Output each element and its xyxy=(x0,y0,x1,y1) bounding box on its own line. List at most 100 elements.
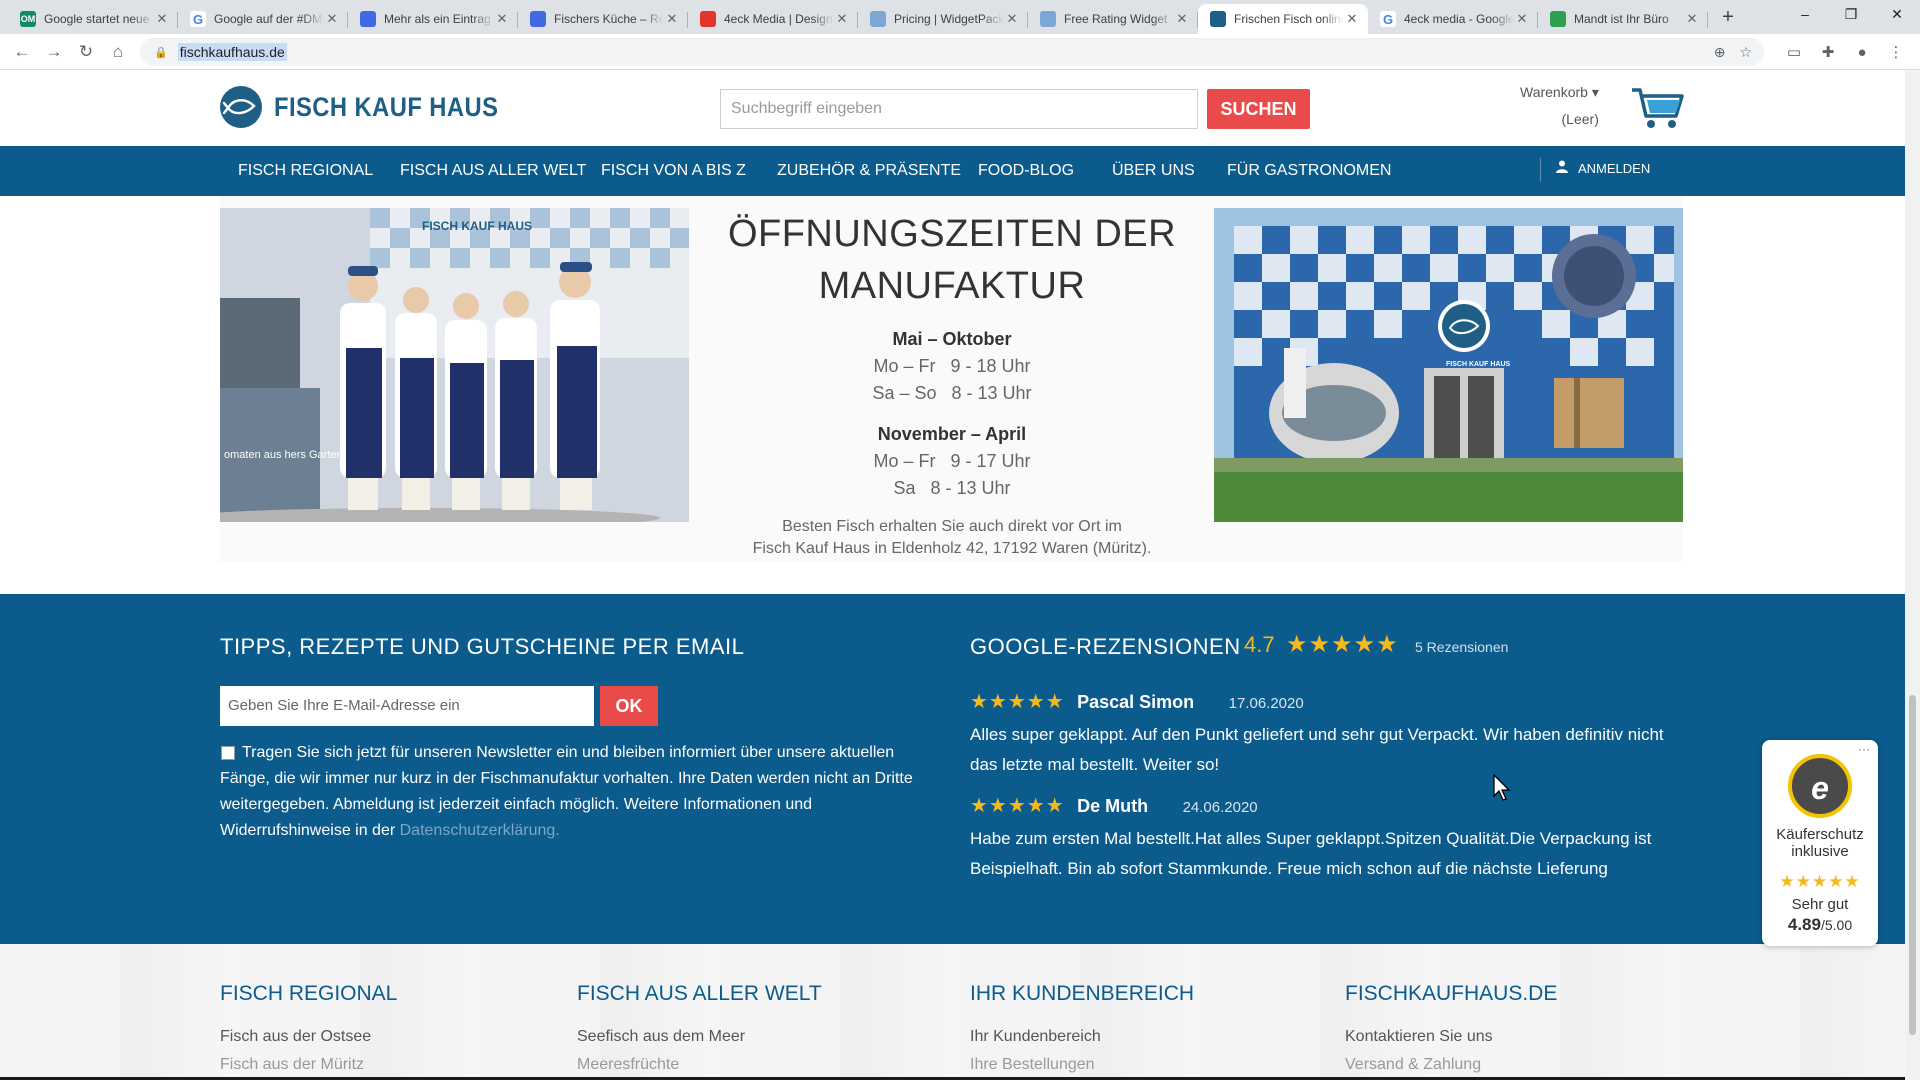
page-scrollbar[interactable] xyxy=(1905,70,1920,1080)
cart-dropdown[interactable]: Warenkorb ▾ (Leer) xyxy=(1520,84,1599,127)
tab-close-icon[interactable]: ✕ xyxy=(1004,11,1020,27)
url-text[interactable]: fischkaufhaus.de xyxy=(177,43,287,61)
tab-close-icon[interactable]: ✕ xyxy=(834,11,850,27)
nav-fisch-aus-aller-welt[interactable]: FISCH AUS ALLER WELT xyxy=(400,146,586,196)
review-author: De Muth xyxy=(1077,796,1149,816)
browser-tab[interactable]: Mehr als ein Eintrag ✕ xyxy=(348,4,518,34)
search-button[interactable]: SUCHEN xyxy=(1207,89,1310,129)
new-tab-button[interactable]: + xyxy=(1714,4,1742,32)
trusted-score: 4.89/5.00 xyxy=(1762,915,1878,935)
tab-favicon-icon: OM xyxy=(20,11,36,27)
review-text: Habe zum ersten Mal bestellt.Hat alles S… xyxy=(970,829,1652,878)
back-icon[interactable]: ← xyxy=(6,36,38,68)
privacy-policy-link[interactable]: Datenschutzerklärung. xyxy=(400,822,560,839)
winter-weekday-hours: Mo – Fr 9 - 17 Uhr xyxy=(873,451,1031,471)
close-window-button[interactable]: ✕ xyxy=(1874,0,1920,30)
opening-hours-text: ÖFFNUNGSZEITEN DER MANUFAKTUR Mai – Okto… xyxy=(725,208,1179,560)
newsletter-ok-button[interactable]: OK xyxy=(600,686,658,726)
forward-icon[interactable]: → xyxy=(38,36,70,68)
nav-food-blog[interactable]: FOOD-BLOG xyxy=(978,146,1074,196)
opening-hours-section: FISCH KAUF HAUS omaten aus hers Garten. … xyxy=(220,196,1683,562)
google-rating-stars: ★★★★★ xyxy=(1286,631,1399,658)
review-author: Pascal Simon xyxy=(1077,692,1195,712)
label-line-1: Käuferschutz xyxy=(1776,826,1864,843)
tab-close-icon[interactable]: ✕ xyxy=(324,11,340,27)
tab-close-icon[interactable]: ✕ xyxy=(154,11,170,27)
browser-tab[interactable]: Mandt ist Ihr Büro ✕ xyxy=(1538,4,1708,34)
review-item: ★★★★★ Pascal Simon 17.06.2020 Alles supe… xyxy=(970,689,1690,780)
nav-ueber-uns[interactable]: ÜBER UNS xyxy=(1112,146,1195,196)
tab-close-icon[interactable]: ✕ xyxy=(1344,11,1360,27)
tab-close-icon[interactable]: ✕ xyxy=(494,11,510,27)
browser-tab[interactable]: Free Rating Widget ✕ xyxy=(1028,4,1198,34)
trusted-rating-text: Sehr gut xyxy=(1791,896,1849,913)
footer-link[interactable]: Fisch aus der Ostsee xyxy=(220,1028,397,1046)
footer-link[interactable]: Versand & Zahlung xyxy=(1345,1056,1557,1074)
google-review-count[interactable]: 5 Rezensionen xyxy=(1415,639,1508,655)
home-icon[interactable]: ⌂ xyxy=(102,36,134,68)
scrollbar-thumb[interactable] xyxy=(1909,695,1916,1035)
tab-close-icon[interactable]: ✕ xyxy=(1514,11,1530,27)
review-date: 17.06.2020 xyxy=(1228,695,1304,712)
shopping-cart-icon[interactable] xyxy=(1630,86,1686,135)
footer-link[interactable]: Ihr Kundenbereich xyxy=(970,1028,1194,1046)
cast-icon[interactable]: ▭ xyxy=(1780,43,1808,61)
footer-link[interactable]: Seefisch aus dem Meer xyxy=(577,1028,822,1046)
lock-icon: 🔒 xyxy=(154,46,168,59)
search-input[interactable]: Suchbegriff eingeben xyxy=(720,89,1198,129)
nav-divider xyxy=(1540,158,1541,182)
trusted-shops-badge[interactable]: ··· e Käuferschutz inklusive ★★★★★ Sehr … xyxy=(1762,740,1878,946)
web-page: FISCH KAUF HAUS Suchbegriff eingeben SUC… xyxy=(0,70,1905,1080)
footer-column: FISCH REGIONAL Fisch aus der Ostsee Fisc… xyxy=(220,982,397,1074)
opening-hours-title: ÖFFNUNGSZEITEN DER MANUFAKTUR xyxy=(725,208,1179,312)
tab-favicon-icon xyxy=(1040,11,1056,27)
nav-fisch-regional[interactable]: FISCH REGIONAL xyxy=(238,146,373,196)
tab-label: Frischen Fisch online xyxy=(1234,12,1344,26)
store-sign-text: FISCH KAUF HAUS xyxy=(1446,361,1510,368)
browser-tab[interactable]: 4eck Media | Design ✕ xyxy=(688,4,858,34)
tab-close-icon[interactable]: ✕ xyxy=(1174,11,1190,27)
nav-fisch-von-a-bis-z[interactable]: FISCH VON A BIS Z xyxy=(601,146,746,196)
site-logo[interactable]: FISCH KAUF HAUS xyxy=(220,86,529,128)
buyer-protection-label: Käuferschutz inklusive xyxy=(1762,826,1878,860)
note-line-2: Fisch Kauf Haus in Eldenholz 42, 17192 W… xyxy=(752,540,1152,557)
google-rating-value: 4.7 xyxy=(1244,632,1275,657)
tab-label: Mehr als ein Eintrag xyxy=(384,12,491,26)
store-front-photo: FISCH KAUF HAUS xyxy=(1214,208,1683,522)
zoom-icon[interactable]: ⊕ xyxy=(1714,44,1726,61)
footer-link[interactable]: Ihre Bestellungen xyxy=(970,1056,1194,1074)
login-link[interactable]: ANMELDEN xyxy=(1556,146,1650,192)
browser-menu-icon[interactable]: ⋮ xyxy=(1882,43,1910,61)
tab-label: Google auf der #DMEXCO xyxy=(214,12,324,26)
tab-label: Google startet neue xyxy=(44,12,150,26)
title-line-1: ÖFFNUNGSZEITEN DER xyxy=(727,213,1177,255)
browser-tab[interactable]: G Google auf der #DMEXCO✕ xyxy=(178,4,348,34)
browser-tab[interactable]: Pricing | WidgetPack ✕ xyxy=(858,4,1028,34)
browser-tab[interactable]: G 4eck media - Google ✕ xyxy=(1368,4,1538,34)
browser-tab[interactable]: Frischen Fisch online ✕ xyxy=(1198,4,1368,34)
more-options-icon[interactable]: ··· xyxy=(1858,742,1870,756)
footer-link[interactable]: Meeresfrüchte xyxy=(577,1056,822,1074)
address-bar[interactable]: 🔒 fischkaufhaus.de ⊕ ☆ xyxy=(140,38,1764,66)
minimize-button[interactable]: – xyxy=(1782,0,1828,30)
footer-link[interactable]: Fisch aus der Müritz xyxy=(220,1056,397,1074)
tab-favicon-icon xyxy=(1210,11,1226,27)
tab-label: Free Rating Widget xyxy=(1064,12,1168,26)
nav-zubehoer-praesente[interactable]: ZUBEHÖR & PRÄSENTE xyxy=(777,146,961,196)
photo-sign-text: omaten aus hers Garten. xyxy=(224,449,346,461)
extensions-icon[interactable]: ✚ xyxy=(1814,43,1842,61)
newsletter-title: TIPPS, REZEPTE UND GUTSCHEINE PER EMAIL xyxy=(220,634,745,659)
restore-button[interactable]: ❐ xyxy=(1828,0,1874,30)
tab-close-icon[interactable]: ✕ xyxy=(1684,11,1700,27)
browser-tab[interactable]: OM Google startet neue ✕ xyxy=(8,4,178,34)
nav-fuer-gastronomen[interactable]: FÜR GASTRONOMEN xyxy=(1227,146,1391,196)
footer-link[interactable]: Kontaktieren Sie uns xyxy=(1345,1028,1557,1046)
browser-tab[interactable]: Fischers Küche – Re ✕ xyxy=(518,4,688,34)
tab-close-icon[interactable]: ✕ xyxy=(664,11,680,27)
bookmark-star-icon[interactable]: ☆ xyxy=(1739,44,1752,61)
label-line-2: inklusive xyxy=(1791,843,1849,860)
newsletter-email-input[interactable]: Geben Sie Ihre E-Mail-Adresse ein xyxy=(220,686,594,726)
profile-avatar[interactable]: ● xyxy=(1848,44,1876,61)
browser-tab-strip: OM Google startet neue ✕ G Google auf der #D… xyxy=(0,0,1920,34)
reload-icon[interactable]: ↻ xyxy=(70,36,102,68)
